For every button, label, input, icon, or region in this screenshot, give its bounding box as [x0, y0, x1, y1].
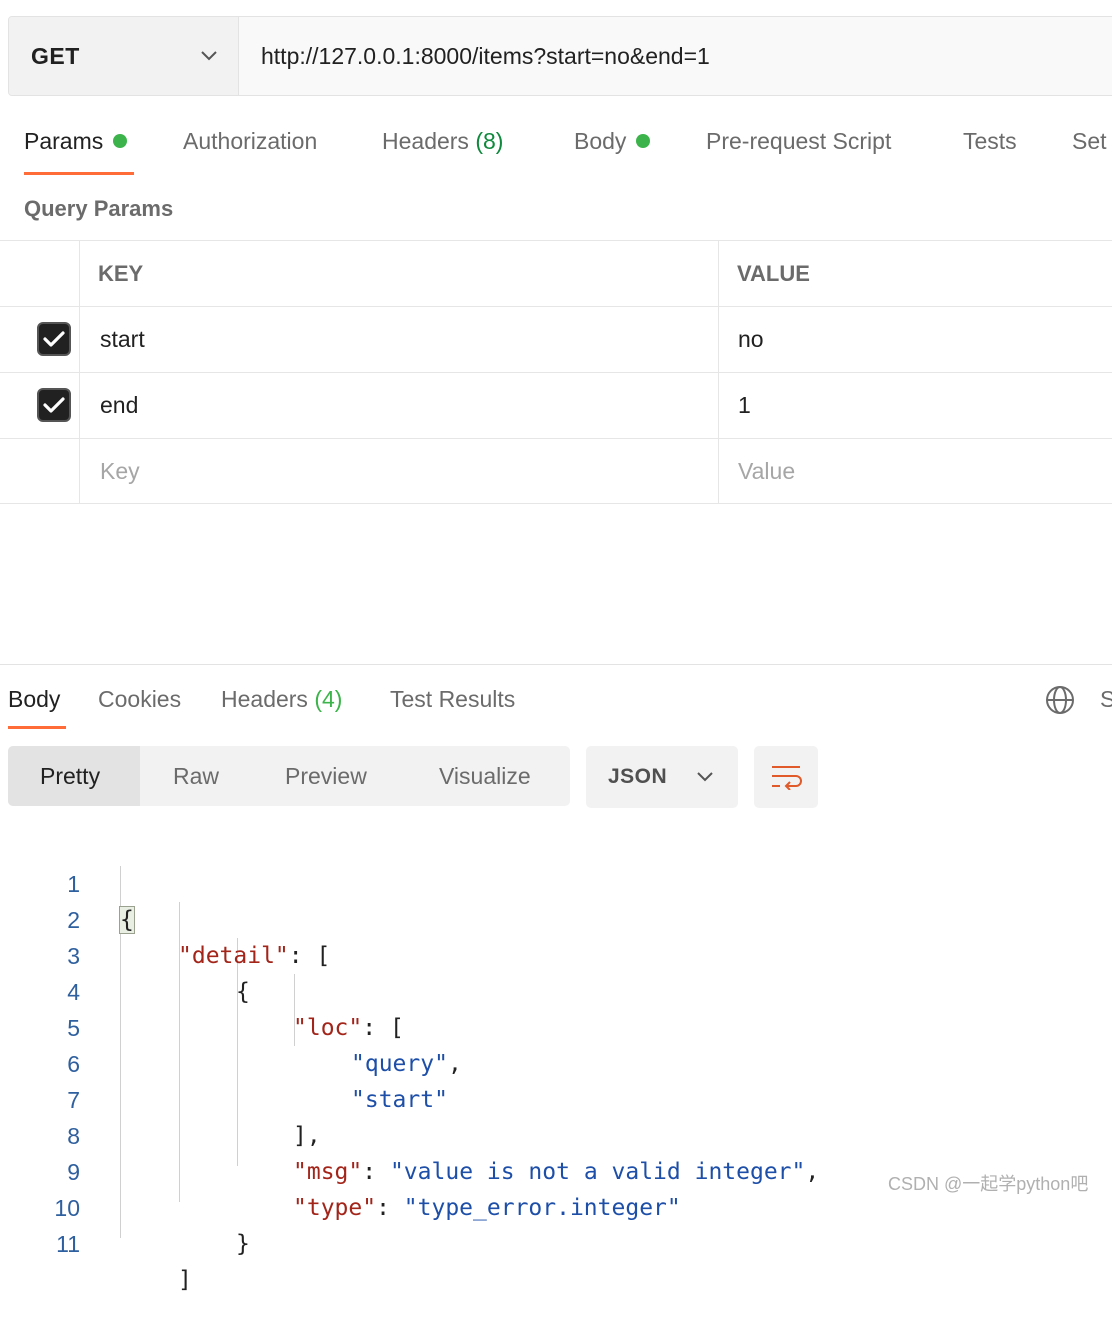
- tab-cookies[interactable]: Cookies: [98, 686, 181, 713]
- status-dot-icon: [113, 134, 128, 148]
- watermark: CSDN @一起学python吧: [888, 1174, 1089, 1194]
- globe-icon[interactable]: [1044, 684, 1076, 716]
- format-select[interactable]: JSON: [586, 746, 738, 808]
- param-key-input[interactable]: start: [80, 307, 719, 372]
- format-label: JSON: [608, 765, 668, 788]
- code-text: }: [236, 1231, 250, 1257]
- method-select[interactable]: GET: [9, 17, 239, 95]
- save-response-button[interactable]: S: [1100, 686, 1112, 713]
- method-label: GET: [31, 42, 80, 69]
- chevron-down-icon: [201, 51, 217, 61]
- response-headers-count: (4): [314, 686, 343, 712]
- value-column-header: VALUE: [737, 260, 810, 286]
- code-line: 6 "start": [0, 1010, 1112, 1113]
- param-checkbox[interactable]: [37, 322, 71, 356]
- wrap-lines-icon: [772, 766, 802, 790]
- view-pretty-button[interactable]: Pretty: [8, 746, 140, 806]
- pane-divider[interactable]: [0, 664, 1112, 665]
- view-preview-button[interactable]: Preview: [254, 746, 406, 806]
- response-tabs: Body Cookies Headers (4) Test Results S: [0, 676, 1112, 732]
- code-line: 1 {: [0, 830, 1112, 934]
- code-text: ]: [178, 1267, 192, 1293]
- code-line: 9 "type": "type_error.integer": [0, 1118, 1112, 1221]
- tab-headers[interactable]: Headers (8): [382, 128, 503, 155]
- query-params-title: Query Params: [24, 196, 174, 221]
- table-row-new: Key Value: [0, 438, 1112, 504]
- new-value-input[interactable]: Value: [719, 439, 1112, 503]
- line-number: 11: [56, 1231, 80, 1257]
- param-value-input[interactable]: no: [719, 307, 1112, 372]
- url-input[interactable]: http://127.0.0.1:8000/items?start=no&end…: [239, 17, 1112, 95]
- table-header-row: KEY VALUE: [0, 240, 1112, 306]
- code-line: 3 {: [0, 902, 1112, 1005]
- check-column-header: [0, 241, 80, 306]
- request-bar: GET http://127.0.0.1:8000/items?start=no…: [8, 16, 1112, 96]
- code-line: 7 ],: [0, 1046, 1112, 1149]
- param-checkbox[interactable]: [37, 388, 71, 422]
- tab-headers-label: Headers: [382, 128, 469, 154]
- view-visualize-button[interactable]: Visualize: [406, 746, 570, 806]
- status-dot-icon: [636, 134, 651, 148]
- tab-tests[interactable]: Tests: [963, 128, 1017, 155]
- tab-authorization[interactable]: Authorization: [183, 128, 317, 155]
- check-cell: [0, 307, 80, 372]
- new-key-input[interactable]: Key: [80, 439, 719, 503]
- code-line: 5 "query",: [0, 974, 1112, 1077]
- tab-body[interactable]: Body: [574, 128, 651, 155]
- code-line: 8 "msg": "value is not a valid integer",: [0, 1082, 1112, 1185]
- table-row: end 1: [0, 372, 1112, 438]
- request-tabs: Params Authorization Headers (8) Body Pr…: [0, 118, 1112, 178]
- params-table: KEY VALUE start no end 1 Key Value: [0, 240, 1112, 504]
- tab-prerequest-script[interactable]: Pre-request Script: [706, 128, 891, 155]
- checkmark-icon: [43, 331, 65, 347]
- checkmark-icon: [43, 397, 65, 413]
- tab-response-headers[interactable]: Headers (4): [221, 686, 342, 713]
- check-cell: [0, 373, 80, 438]
- code-line: 4 "loc": [: [0, 938, 1112, 1041]
- response-code-viewer[interactable]: 1 { 2 "detail": [ 3 { 4 "loc": [ 5 "quer…: [0, 830, 1112, 1293]
- active-tab-indicator: [8, 726, 66, 729]
- active-tab-indicator: [24, 172, 134, 175]
- tab-params-label: Params: [24, 128, 104, 154]
- tab-response-body[interactable]: Body: [8, 686, 60, 713]
- view-raw-button[interactable]: Raw: [140, 746, 254, 806]
- chevron-down-icon: [697, 772, 713, 782]
- key-column-header: KEY: [80, 241, 719, 306]
- view-mode-group: Pretty Raw Preview Visualize: [8, 746, 570, 806]
- headers-count: (8): [475, 128, 504, 154]
- param-value-input[interactable]: 1: [719, 373, 1112, 438]
- tab-test-results[interactable]: Test Results: [390, 686, 515, 713]
- table-row: start no: [0, 306, 1112, 372]
- tab-settings[interactable]: Set: [1072, 128, 1107, 155]
- code-line: 2 "detail": [: [0, 866, 1112, 969]
- check-cell: [0, 439, 80, 503]
- param-key-input[interactable]: end: [80, 373, 719, 438]
- tab-params[interactable]: Params: [24, 128, 128, 155]
- wrap-lines-button[interactable]: [754, 746, 818, 808]
- tab-response-headers-label: Headers: [221, 686, 308, 712]
- tab-body-label: Body: [574, 128, 627, 154]
